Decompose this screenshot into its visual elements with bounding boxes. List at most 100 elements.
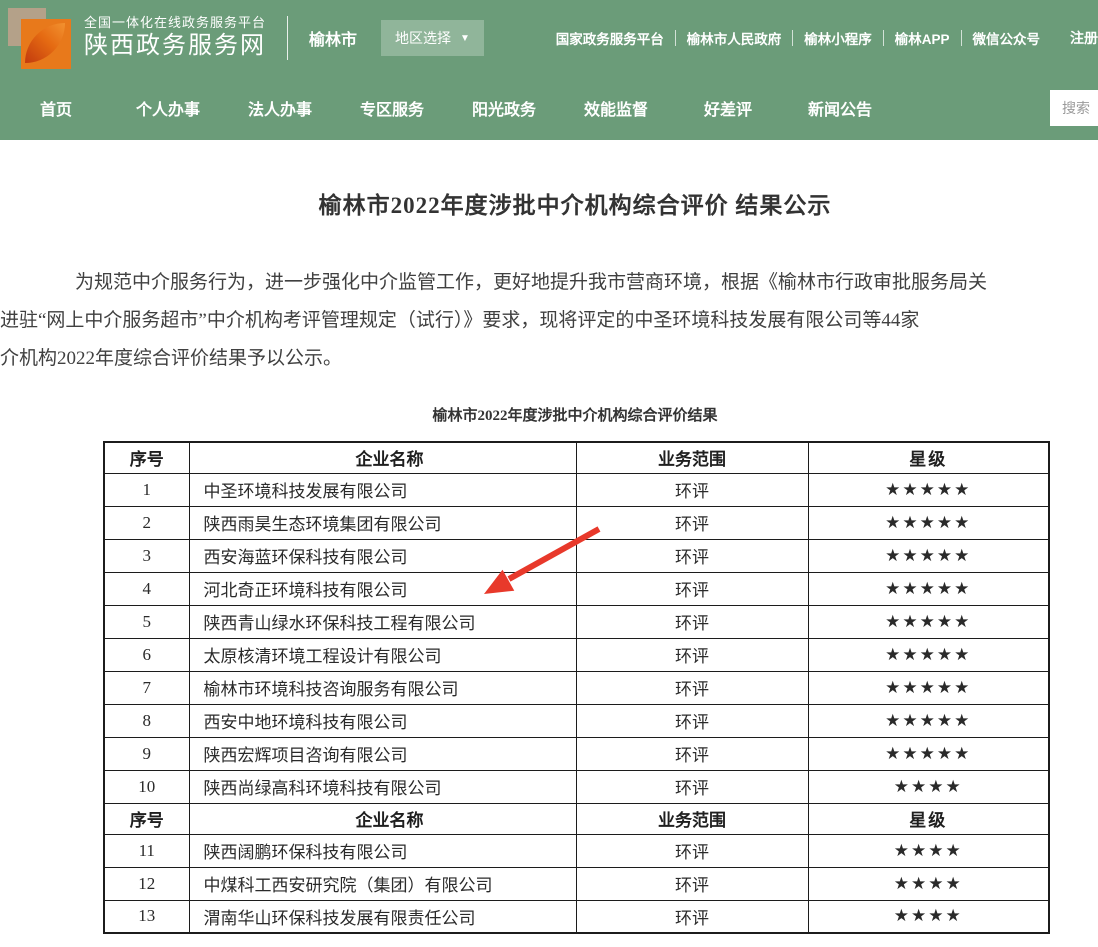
table-row: 6太原核清环境工程设计有限公司环评★★★★★ bbox=[104, 638, 1049, 671]
table-row: 12中煤科工西安研究院（集团）有限公司环评★★★★ bbox=[104, 867, 1049, 900]
top-link-divider bbox=[675, 30, 676, 46]
column-header-stars: 星级 bbox=[808, 442, 1049, 473]
table-row: 13渭南华山环保科技发展有限责任公司环评★★★★ bbox=[104, 900, 1049, 933]
nav-item-0[interactable]: 首页 bbox=[0, 96, 112, 120]
cell-stars: ★★★★★ bbox=[808, 605, 1049, 638]
announcement-content: 榆林市2022年度涉批中介机构综合评价 结果公示 为规范中介服务行为，进一步强化… bbox=[0, 186, 1098, 934]
nav-items: 首页个人办事法人办事专区服务阳光政务效能监督好差评新闻公告 bbox=[0, 96, 896, 120]
cell-scope: 环评 bbox=[576, 834, 808, 867]
cell-scope: 环评 bbox=[576, 473, 808, 506]
cell-name: 陕西尚绿高科环境科技有限公司 bbox=[189, 770, 576, 803]
cell-name: 河北奇正环境科技有限公司 bbox=[189, 572, 576, 605]
main-nav: 首页个人办事法人办事专区服务阳光政务效能监督好差评新闻公告 bbox=[0, 76, 1098, 140]
column-header-no: 序号 bbox=[104, 442, 189, 473]
cell-stars: ★★★★ bbox=[808, 770, 1049, 803]
cell-no: 2 bbox=[104, 506, 189, 539]
platform-tagline: 全国一体化在线政务服务平台 bbox=[84, 15, 266, 31]
nav-item-6[interactable]: 好差评 bbox=[672, 96, 784, 120]
cell-name: 榆林市环境科技咨询服务有限公司 bbox=[189, 671, 576, 704]
cell-name: 陕西阔鹏环保科技有限公司 bbox=[189, 834, 576, 867]
register-link[interactable]: 注册 bbox=[1070, 28, 1098, 48]
cell-stars: ★★★★ bbox=[808, 867, 1049, 900]
cell-name: 陕西雨昊生态环境集团有限公司 bbox=[189, 506, 576, 539]
top-link-divider bbox=[961, 30, 962, 46]
search-box[interactable] bbox=[1050, 90, 1098, 126]
nav-item-4[interactable]: 阳光政务 bbox=[448, 96, 560, 120]
cell-no: 7 bbox=[104, 671, 189, 704]
cell-stars: ★★★★★ bbox=[808, 539, 1049, 572]
nav-item-3[interactable]: 专区服务 bbox=[336, 96, 448, 120]
cell-stars: ★★★★ bbox=[808, 900, 1049, 933]
top-link-1[interactable]: 榆林市人民政府 bbox=[687, 28, 782, 48]
cell-scope: 环评 bbox=[576, 671, 808, 704]
nav-item-2[interactable]: 法人办事 bbox=[224, 96, 336, 120]
cell-stars: ★★★★★ bbox=[808, 704, 1049, 737]
cell-name: 太原核清环境工程设计有限公司 bbox=[189, 638, 576, 671]
top-links: 国家政务服务平台 榆林市人民政府 榆林小程序 榆林APP 微信公众号 bbox=[556, 28, 1040, 48]
header-divider bbox=[287, 16, 288, 60]
top-link-0[interactable]: 国家政务服务平台 bbox=[556, 28, 664, 48]
region-selector-label: 地区选择 bbox=[395, 28, 451, 48]
cell-stars: ★★★★★ bbox=[808, 638, 1049, 671]
column-header-stars: 星级 bbox=[808, 803, 1049, 834]
region-selector-button[interactable]: 地区选择 ▼ bbox=[381, 20, 484, 56]
table-row: 10陕西尚绿高科环境科技有限公司环评★★★★ bbox=[104, 770, 1049, 803]
column-header-no: 序号 bbox=[104, 803, 189, 834]
table-caption: 榆林市2022年度涉批中介机构综合评价结果 bbox=[0, 404, 1098, 425]
cell-no: 13 bbox=[104, 900, 189, 933]
cell-no: 12 bbox=[104, 867, 189, 900]
cell-scope: 环评 bbox=[576, 900, 808, 933]
current-city[interactable]: 榆林市 bbox=[309, 26, 357, 50]
table-header-row: 序号企业名称业务范围星级 bbox=[104, 803, 1049, 834]
cell-no: 10 bbox=[104, 770, 189, 803]
site-title: 陕西政务服务网 bbox=[84, 31, 266, 61]
cell-stars: ★★★★★ bbox=[808, 473, 1049, 506]
cell-scope: 环评 bbox=[576, 867, 808, 900]
table-row: 8西安中地环境科技有限公司环评★★★★★ bbox=[104, 704, 1049, 737]
site-brand: 全国一体化在线政务服务平台 陕西政务服务网 bbox=[84, 15, 266, 61]
cell-name: 陕西青山绿水环保科技工程有限公司 bbox=[189, 605, 576, 638]
page-title: 榆林市2022年度涉批中介机构综合评价 结果公示 bbox=[0, 186, 1098, 220]
cell-scope: 环评 bbox=[576, 605, 808, 638]
cell-scope: 环评 bbox=[576, 638, 808, 671]
nav-item-7[interactable]: 新闻公告 bbox=[784, 96, 896, 120]
cell-stars: ★★★★★ bbox=[808, 506, 1049, 539]
cell-scope: 环评 bbox=[576, 506, 808, 539]
table-row: 1中圣环境科技发展有限公司环评★★★★★ bbox=[104, 473, 1049, 506]
nav-item-5[interactable]: 效能监督 bbox=[560, 96, 672, 120]
cell-scope: 环评 bbox=[576, 770, 808, 803]
cell-no: 9 bbox=[104, 737, 189, 770]
cell-name: 中圣环境科技发展有限公司 bbox=[189, 473, 576, 506]
nav-item-1[interactable]: 个人办事 bbox=[112, 96, 224, 120]
cell-name: 中煤科工西安研究院（集团）有限公司 bbox=[189, 867, 576, 900]
top-link-3[interactable]: 榆林APP bbox=[895, 28, 950, 48]
table-header-row: 序号企业名称业务范围星级 bbox=[104, 442, 1049, 473]
search-input[interactable] bbox=[1062, 100, 1098, 116]
cell-stars: ★★★★★ bbox=[808, 671, 1049, 704]
top-link-2[interactable]: 榆林小程序 bbox=[804, 28, 872, 48]
top-link-4[interactable]: 微信公众号 bbox=[973, 28, 1041, 48]
cell-no: 1 bbox=[104, 473, 189, 506]
evaluation-table: 序号企业名称业务范围星级1中圣环境科技发展有限公司环评★★★★★2陕西雨昊生态环… bbox=[103, 441, 1050, 934]
table-row: 3西安海蓝环保科技有限公司环评★★★★★ bbox=[104, 539, 1049, 572]
table-row: 4河北奇正环境科技有限公司环评★★★★★ bbox=[104, 572, 1049, 605]
cell-no: 3 bbox=[104, 539, 189, 572]
site-header: 全国一体化在线政务服务平台 陕西政务服务网 榆林市 地区选择 ▼ 国家政务服务平… bbox=[0, 0, 1098, 76]
table-row: 7榆林市环境科技咨询服务有限公司环评★★★★★ bbox=[104, 671, 1049, 704]
chevron-down-icon: ▼ bbox=[460, 33, 470, 44]
table-row: 5陕西青山绿水环保科技工程有限公司环评★★★★★ bbox=[104, 605, 1049, 638]
top-link-divider bbox=[792, 30, 793, 46]
cell-name: 渭南华山环保科技发展有限责任公司 bbox=[189, 900, 576, 933]
cell-scope: 环评 bbox=[576, 539, 808, 572]
column-header-scope: 业务范围 bbox=[576, 803, 808, 834]
cell-stars: ★★★★★ bbox=[808, 737, 1049, 770]
cell-no: 8 bbox=[104, 704, 189, 737]
paragraph-line: 为规范中介服务行为，进一步强化中介监管工作，更好地提升我市营商环境，根据《榆林市… bbox=[0, 264, 1098, 302]
cell-scope: 环评 bbox=[576, 704, 808, 737]
column-header-name: 企业名称 bbox=[189, 803, 576, 834]
table-row: 2陕西雨昊生态环境集团有限公司环评★★★★★ bbox=[104, 506, 1049, 539]
cell-name: 西安中地环境科技有限公司 bbox=[189, 704, 576, 737]
cell-stars: ★★★★ bbox=[808, 834, 1049, 867]
column-header-name: 企业名称 bbox=[189, 442, 576, 473]
cell-no: 4 bbox=[104, 572, 189, 605]
